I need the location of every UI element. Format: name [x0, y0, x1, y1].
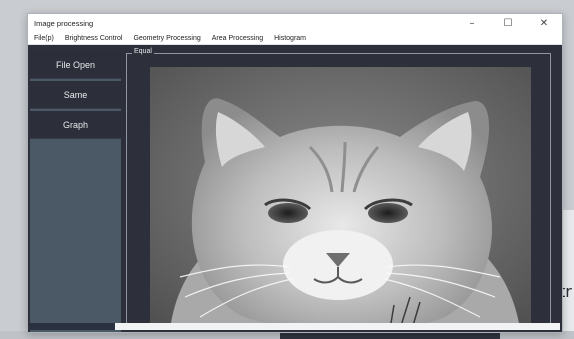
maximize-button[interactable]: ☐ [490, 14, 526, 32]
sidebar: File Open Same Graph [30, 51, 121, 332]
title-bar[interactable]: Image processing – ☐ ✕ [28, 14, 562, 32]
menu-histogram[interactable]: Histogram [274, 35, 306, 42]
menu-brightness-control[interactable]: Brightness Control [65, 35, 123, 42]
window-title: Image processing [34, 18, 94, 28]
file-open-button[interactable]: File Open [30, 51, 121, 79]
progress-bar [30, 323, 560, 330]
window-controls: – ☐ ✕ [454, 14, 562, 32]
menu-area-processing[interactable]: Area Processing [212, 35, 263, 42]
groupbox-label: Equal [132, 48, 154, 55]
same-button[interactable]: Same [30, 81, 121, 109]
client-area: File Open Same Graph Equal [28, 45, 562, 332]
menu-geometry-processing[interactable]: Geometry Processing [133, 35, 200, 42]
minimize-button[interactable]: – [454, 14, 490, 32]
graph-button[interactable]: Graph [30, 111, 121, 139]
menu-bar: File(p) Brightness Control Geometry Proc… [28, 32, 562, 45]
image-picturebox [150, 67, 531, 329]
menu-file[interactable]: File(p) [34, 35, 54, 42]
image-groupbox: Equal [126, 48, 551, 329]
grayscale-cat-photo-icon [150, 67, 531, 329]
progress-bar-fill [30, 323, 115, 330]
close-button[interactable]: ✕ [526, 14, 562, 32]
app-window: Image processing – ☐ ✕ File(p) Brightnes… [27, 13, 563, 333]
